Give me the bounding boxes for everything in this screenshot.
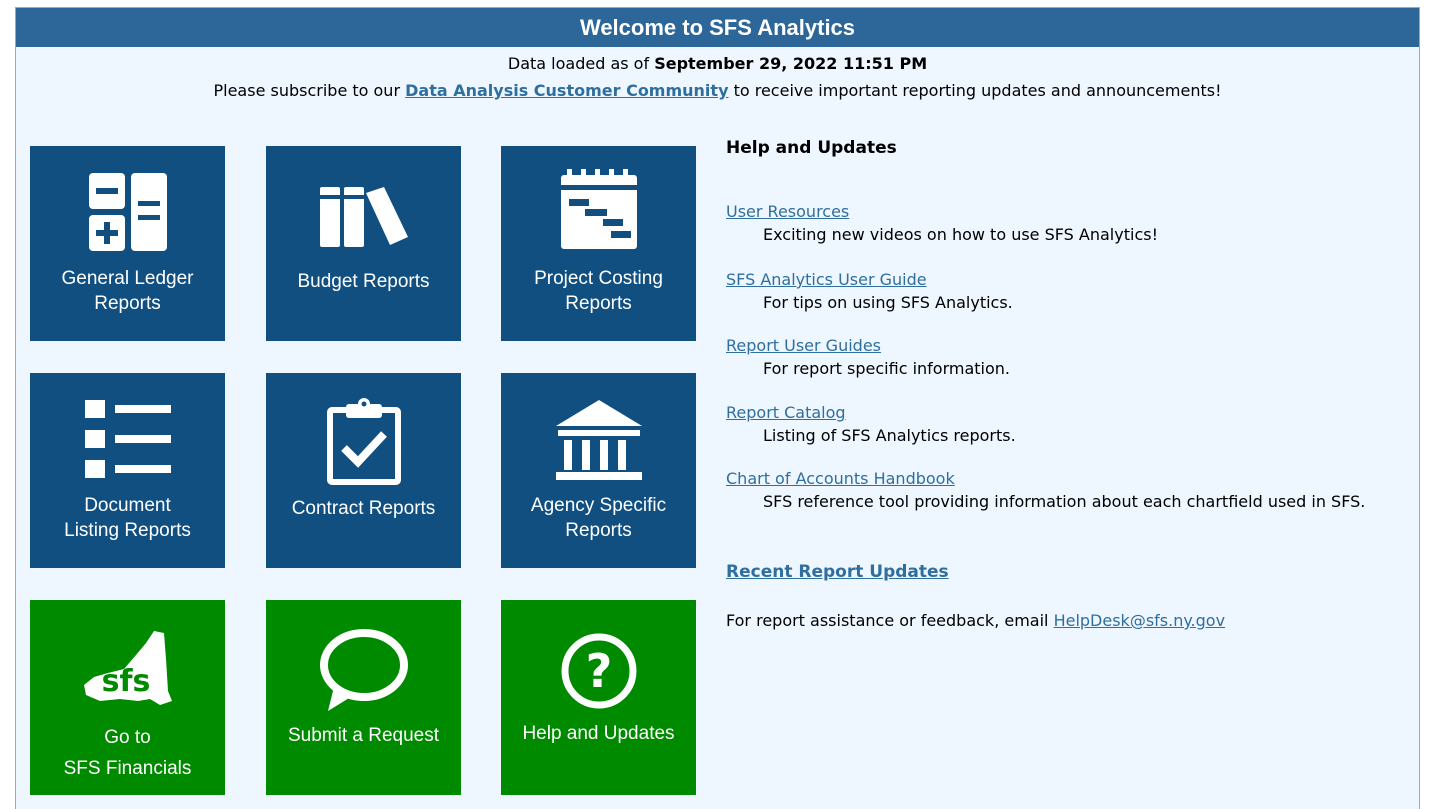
tile-general-ledger-reports[interactable]: General Ledger Reports <box>30 146 225 341</box>
tile-label-line2: Reports <box>565 520 632 541</box>
tile-budget-reports[interactable]: Budget Reports <box>266 146 461 341</box>
clipboard-check-icon <box>266 398 461 488</box>
tile-label-line1: Help and Updates <box>522 723 675 744</box>
help-item-description: Listing of SFS Analytics reports. <box>763 426 1016 445</box>
user-guide-link[interactable]: SFS Analytics User Guide <box>726 270 927 289</box>
subscribe-suffix: to receive important reporting updates a… <box>728 81 1222 100</box>
books-icon <box>266 171 461 261</box>
help-item-description: For tips on using SFS Analytics. <box>763 293 1013 312</box>
tile-agency-specific-reports[interactable]: Agency Specific Reports <box>501 373 696 568</box>
page-title: Welcome to SFS Analytics <box>16 8 1419 47</box>
help-item-description: SFS reference tool providing information… <box>763 492 1366 511</box>
tile-label-line2: SFS Financials <box>63 758 192 779</box>
svg-text:?: ? <box>585 644 612 698</box>
sfs-logo-icon: sfs <box>30 625 225 715</box>
subscribe-line: Please subscribe to our Data Analysis Cu… <box>16 81 1419 100</box>
tile-label-line2: Reports <box>94 293 161 314</box>
tile-help-and-updates[interactable]: ? Help and Updates <box>501 600 696 795</box>
recent-report-updates-link[interactable]: Recent Report Updates <box>726 562 949 582</box>
tile-label-line1: Go to <box>104 727 151 748</box>
helpdesk-email-link[interactable]: HelpDesk@sfs.ny.gov <box>1054 611 1225 630</box>
recent-updates-row: Recent Report Updates <box>726 562 949 582</box>
data-loaded-date: September 29, 2022 11:51 PM <box>654 54 928 73</box>
tile-go-to-sfs-financials[interactable]: sfs Go to SFS Financials <box>30 600 225 795</box>
calculator-icon <box>30 171 225 261</box>
tile-label-line1: Budget Reports <box>297 271 430 292</box>
data-loaded-prefix: Data loaded as of <box>507 54 655 73</box>
help-item: SFS Analytics User Guide <box>726 270 927 289</box>
report-user-guides-link[interactable]: Report User Guides <box>726 336 881 355</box>
contact-line: For report assistance or feedback, email… <box>726 611 1225 630</box>
tile-document-listing-reports[interactable]: Document Listing Reports <box>30 373 225 568</box>
tile-label-line1: Project Costing <box>534 268 663 289</box>
chart-of-accounts-handbook-link[interactable]: Chart of Accounts Handbook <box>726 469 955 488</box>
gantt-calendar-icon <box>501 169 696 261</box>
tile-label-line1: Agency Specific <box>530 495 667 516</box>
speech-bubble-icon <box>266 625 461 715</box>
tile-label-line2: Reports <box>565 293 632 314</box>
tile-project-costing-reports[interactable]: Project Costing Reports <box>501 146 696 341</box>
tile-contract-reports[interactable]: Contract Reports <box>266 373 461 568</box>
welcome-panel: Welcome to SFS Analytics Data loaded as … <box>15 7 1420 809</box>
building-columns-icon <box>501 398 696 488</box>
help-item-description: Exciting new videos on how to use SFS An… <box>763 225 1158 244</box>
question-circle-icon: ? <box>501 625 696 715</box>
contact-prefix: For report assistance or feedback, email <box>726 611 1054 630</box>
svg-text:sfs: sfs <box>101 664 150 699</box>
help-item-description: For report specific information. <box>763 359 1011 378</box>
report-catalog-link[interactable]: Report Catalog <box>726 403 846 422</box>
help-item: Report User Guides <box>726 336 881 355</box>
help-item: Chart of Accounts Handbook <box>726 469 955 488</box>
subscribe-prefix: Please subscribe to our <box>213 81 406 100</box>
list-icon <box>30 398 225 488</box>
tile-label-line1: Document <box>84 495 171 516</box>
customer-community-link[interactable]: Data Analysis Customer Community <box>405 81 728 100</box>
help-item: User Resources <box>726 202 849 221</box>
tile-label-line1: General Ledger <box>61 268 194 289</box>
tile-label-line2: Listing Reports <box>64 520 191 541</box>
data-loaded-line: Data loaded as of September 29, 2022 11:… <box>16 54 1419 73</box>
tile-label-line1: Contract Reports <box>291 498 436 519</box>
tile-label-line1: Submit a Request <box>287 725 440 746</box>
help-item: Report Catalog <box>726 403 846 422</box>
tile-submit-a-request[interactable]: Submit a Request <box>266 600 461 795</box>
help-section-title: Help and Updates <box>726 138 897 158</box>
user-resources-link[interactable]: User Resources <box>726 202 849 221</box>
